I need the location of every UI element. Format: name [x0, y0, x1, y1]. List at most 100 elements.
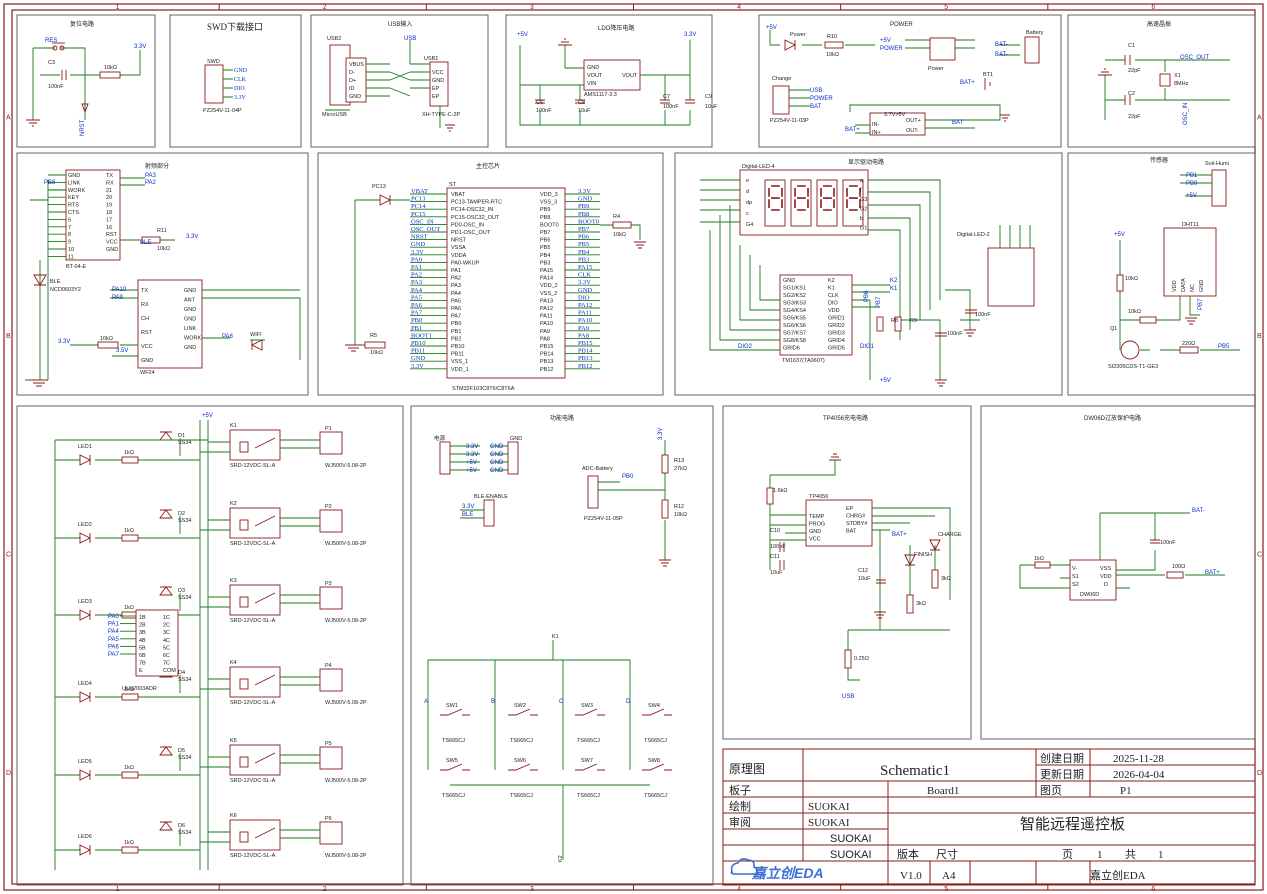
uln-pin-r: 4C: [163, 638, 170, 644]
relay-part: SRD-12VDC-SL-A: [230, 778, 276, 784]
mcu-net-right: PB15: [578, 340, 592, 347]
mcu-section: VBAT VBAT PC13-TAMPER-RTC PC13 PC14-OSC32_IN…: [345, 182, 646, 392]
tm1637-pin-l: SG2/KS2: [783, 293, 806, 299]
r9-ref: R9: [910, 318, 917, 324]
mcu-net-left: PA1: [411, 264, 422, 271]
relay-coil: [239, 519, 249, 531]
mcu-pin-left: PC13-TAMPER-RTC: [451, 200, 502, 206]
usb1-ref: USB1: [424, 56, 438, 62]
net-ble: BLE: [140, 240, 151, 246]
uln-pin-l: 6B: [139, 653, 146, 659]
tact-switch: [440, 708, 470, 716]
tb-size: A4: [942, 870, 956, 882]
relay-coil: [239, 596, 249, 608]
func-3v3-ble: 3.3V: [462, 504, 474, 510]
mcu-pin-left: NRST: [451, 238, 467, 244]
relay-part: SRD-12VDC-SL-A: [230, 618, 276, 624]
switch-part: TS665CJ: [577, 738, 600, 744]
mcu-pin-left: PA4: [451, 291, 461, 297]
tb-update-label: 更新日期: [1040, 767, 1084, 781]
uln-pin-l: 3B: [139, 630, 146, 636]
r220-val: 220Ω: [1182, 341, 1195, 347]
charge-led: CHARGE: [938, 532, 962, 538]
uln-pin-r: 5C: [163, 645, 170, 651]
c2-val: 22pF: [1128, 114, 1141, 120]
tact-switch: [508, 763, 538, 771]
mcu-net-left: BOOT1: [411, 332, 432, 339]
flyback-diode: [159, 821, 173, 831]
terminal-part: WJ500V-5.08-2P: [325, 463, 367, 469]
relay-body: [229, 429, 281, 461]
wf24-pin-l: GND: [141, 358, 153, 364]
wf24-pin-r: GND: [184, 317, 196, 323]
mcu-pin-left: PB10: [451, 344, 464, 350]
led2-label: Digital-LED-2: [957, 232, 990, 238]
net-batp-prot: BAT+: [1205, 570, 1220, 576]
gnd-hdr-label: GND: [510, 436, 522, 442]
tm1637-pin-l: SG6/KS6: [783, 323, 806, 329]
mcu-pin-left: PA1: [451, 268, 461, 274]
mcu-net-right: PB13: [578, 355, 592, 362]
led4-seg-label: b: [860, 216, 863, 222]
mcu-pin-right: PB4: [540, 253, 550, 259]
relay-body: [229, 666, 281, 698]
usb-part-micro: MicroUSB: [322, 112, 347, 118]
ruler-left-C: C: [6, 551, 11, 558]
bt04-pin-l: 11: [68, 254, 74, 260]
mcu-ref: ST: [449, 182, 457, 188]
mcu-net-right: PB5: [578, 241, 589, 248]
net-3v3-adc: 3.3V: [658, 428, 664, 440]
dw06d-part: DW06D: [1080, 592, 1099, 598]
adc-part: PZ254V-11-05P: [584, 516, 623, 522]
wf24-pin-r: WORK: [184, 336, 201, 342]
mcu-net-left: OSC_OUT: [411, 226, 440, 233]
uln-pin-l: 2B: [139, 623, 146, 629]
switch-part: TS665CJ: [510, 738, 533, 744]
relay-coil: [239, 831, 249, 843]
switch-part: TS665CJ: [577, 793, 600, 799]
net-usb-pwr: USB: [810, 88, 822, 94]
mcu-pin-left: PD1-OSC_OUT: [451, 230, 491, 236]
usb-pin-gnd: GND: [349, 94, 361, 100]
tb-who1: SUOKAI: [830, 833, 872, 845]
uln-pin-l: 4B: [139, 638, 146, 644]
brand-logo: 嘉立创EDA: [730, 858, 824, 881]
rf-section: GNDLINKWORKKEYRTSCTS67891011TXRX21201918…: [25, 169, 301, 387]
mcu-pin-right: VDD_3: [540, 192, 558, 198]
mcu-net-right: GND: [578, 196, 592, 203]
tm1637-pin-r: K1: [828, 286, 835, 292]
bt04-pin-r: VCC: [106, 240, 118, 246]
diode-part: SS34: [178, 755, 191, 761]
r100-val: 100Ω: [1172, 564, 1185, 570]
change-label: Change: [772, 76, 791, 82]
diode-ref: D1: [178, 433, 185, 439]
r3k2-val: 3kΩ: [916, 601, 926, 607]
title-sensor: 传感器: [1150, 156, 1168, 164]
mcu-pin-left: PA3: [451, 283, 461, 289]
swd-connector: SWD GND CLK DIO 3.3V PZ254V-11-04P: [203, 59, 248, 114]
mcu-pin-right: PA11: [540, 314, 553, 320]
bt04-pin-l: CTS: [68, 210, 79, 216]
swd-ref: SWD: [207, 59, 220, 65]
ruler-left-B: B: [6, 333, 11, 340]
c6-ref: C6: [536, 100, 543, 106]
mcu-net-left: PC15: [411, 211, 425, 218]
mcu-pin-right: PB13: [540, 359, 553, 365]
net-bat: BAT: [810, 104, 822, 110]
r13-ref: R13: [674, 458, 684, 464]
led-ref: LED2: [78, 522, 92, 528]
tm1637-pin-l: SG8/KS8: [783, 338, 806, 344]
section-sensor: [1067, 152, 1256, 396]
wf24-pin-r: ANT: [184, 298, 196, 304]
dw-pin-vm: V-: [1072, 566, 1077, 572]
section-reset: [16, 14, 156, 148]
usb2-ref: USB2: [327, 36, 341, 42]
wf24-pin-l: RX: [141, 302, 149, 308]
swd-pin-dio: DIO: [234, 86, 245, 92]
bt04-pin-r: 17: [106, 217, 112, 223]
uln-pin-r: 3C: [163, 630, 170, 636]
net-batp: BAT+: [960, 80, 975, 86]
usb-input: USB2 USB USB1 VBUS D- D+ ID GND VCC GND …: [322, 36, 461, 132]
switch-ref: SW4: [648, 703, 660, 709]
mcu-pin-left: PA6: [451, 306, 461, 312]
